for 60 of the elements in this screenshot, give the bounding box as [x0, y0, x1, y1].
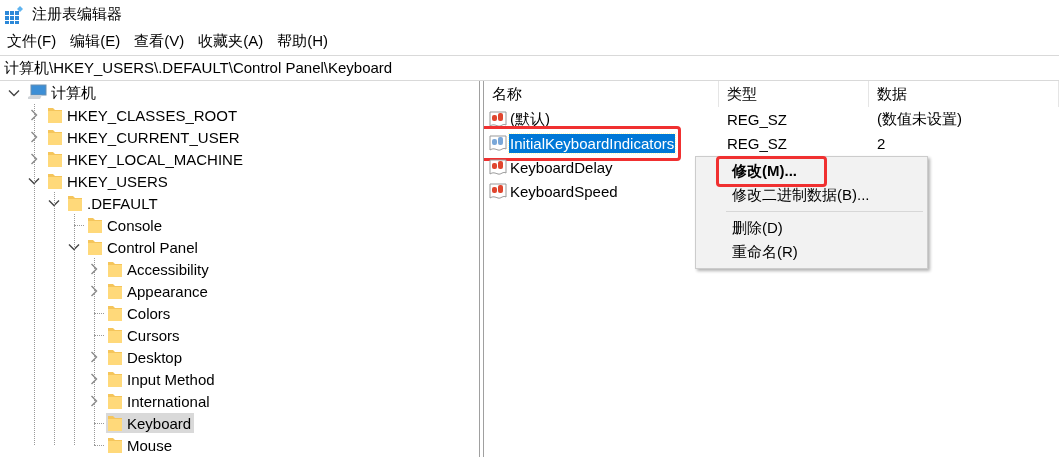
- document-icon: [489, 158, 507, 176]
- tree-item[interactable]: HKEY_CURRENT_USER: [46, 127, 243, 147]
- folder-icon: [107, 260, 123, 278]
- tree-item[interactable]: Colors: [106, 303, 174, 323]
- folder-icon: [87, 238, 103, 256]
- app-icon: [4, 4, 24, 25]
- tree-item[interactable]: HKEY_CLASSES_ROOT: [46, 105, 241, 125]
- tree-item[interactable]: Input Method: [106, 369, 218, 389]
- value-name[interactable]: KeyboardSpeed: [509, 181, 619, 201]
- folder-icon: [107, 392, 123, 410]
- document-icon: [489, 110, 507, 128]
- folder-icon: [47, 172, 63, 190]
- folder-icon: [107, 326, 123, 344]
- tree-item[interactable]: Cursors: [106, 325, 183, 345]
- tree-item[interactable]: Desktop: [106, 347, 186, 367]
- column-header[interactable]: 类型: [719, 81, 869, 107]
- table-cell-text: 2: [876, 134, 887, 152]
- column-header[interactable]: 名称: [484, 81, 719, 107]
- computer-icon: [27, 84, 47, 102]
- tree-item[interactable]: Appearance: [106, 281, 211, 301]
- tree-item[interactable]: Control Panel: [86, 237, 201, 257]
- tree-item[interactable]: International: [106, 391, 213, 411]
- tree-item[interactable]: .DEFAULT: [66, 193, 161, 213]
- tree-item[interactable]: Keyboard: [106, 413, 195, 433]
- table-cell-text: REG_SZ: [726, 110, 788, 128]
- menu-item[interactable]: 收藏夹(A): [191, 31, 271, 51]
- folder-icon: [47, 106, 63, 124]
- value-name[interactable]: InitialKeyboardIndicators: [509, 133, 676, 153]
- menu-item[interactable]: 文件(F): [0, 31, 64, 51]
- tree-item[interactable]: Console: [86, 215, 166, 235]
- tree-item[interactable]: Mouse: [106, 435, 176, 455]
- window-title: 注册表编辑器: [32, 5, 122, 24]
- menu-item[interactable]: 编辑(E): [63, 31, 128, 51]
- menu-item[interactable]: 帮助(H): [270, 31, 335, 51]
- tree-item[interactable]: HKEY_LOCAL_MACHINE: [46, 149, 246, 169]
- address-field[interactable]: 计算机\HKEY_USERS\.DEFAULT\Control Panel\Keyboard: [0, 55, 1059, 81]
- value-name[interactable]: KeyboardDelay: [509, 157, 614, 177]
- menu-item[interactable]: 修改二进制数据(B)...: [732, 185, 870, 205]
- folder-icon: [107, 304, 123, 322]
- document-icon: [489, 182, 507, 200]
- table-cell-text: REG_SZ: [726, 134, 788, 152]
- folder-icon: [47, 150, 63, 168]
- table-cell-text: (数值未设置): [876, 109, 963, 129]
- column-header[interactable]: 数据: [869, 81, 1059, 107]
- tree-item[interactable]: Accessibility: [106, 259, 212, 279]
- document-icon: [489, 134, 507, 152]
- folder-icon: [47, 128, 63, 146]
- menu-item[interactable]: 查看(V): [127, 31, 192, 51]
- tree-item[interactable]: 计算机: [26, 82, 99, 104]
- folder-icon: [87, 216, 103, 234]
- folder-icon: [67, 194, 83, 212]
- tree-item[interactable]: HKEY_USERS: [46, 171, 171, 191]
- folder-icon: [107, 414, 123, 432]
- folder-icon: [107, 348, 123, 366]
- menu-item[interactable]: 重命名(R): [732, 242, 798, 262]
- folder-icon: [107, 436, 123, 454]
- menu-item[interactable]: 修改(M)...: [732, 161, 797, 181]
- folder-icon: [107, 370, 123, 388]
- menu-item[interactable]: 删除(D): [732, 218, 783, 238]
- folder-icon: [107, 282, 123, 300]
